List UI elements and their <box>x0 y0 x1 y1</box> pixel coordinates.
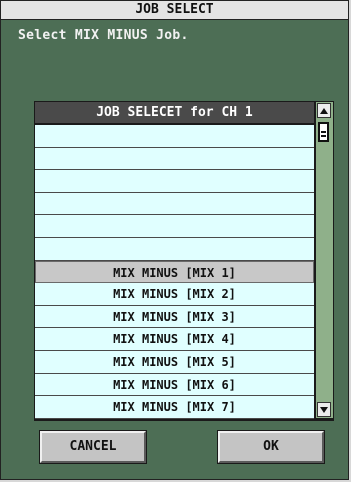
list-item[interactable] <box>35 237 314 261</box>
list-item[interactable] <box>35 147 314 171</box>
arrow-down-icon <box>320 407 328 413</box>
ok-button[interactable]: OK <box>217 430 325 464</box>
list-scrollbar[interactable] <box>315 102 333 418</box>
scroll-down-button[interactable] <box>317 402 331 417</box>
list-item[interactable]: MIX MINUS [MIX 6] <box>35 373 314 397</box>
list-item[interactable]: MIX MINUS [MIX 3] <box>35 305 314 329</box>
dialog-prompt: Select MIX MINUS Job. <box>18 28 189 43</box>
job-list-rows: MIX MINUS [MIX 1] MIX MINUS [MIX 2] MIX … <box>35 125 314 419</box>
list-item[interactable] <box>35 170 314 193</box>
list-item[interactable]: MIX MINUS [MIX 2] <box>35 283 314 306</box>
job-list-header: JOB SELECET for CH 1 <box>35 102 314 124</box>
job-select-dialog: JOB SELECT Select MIX MINUS Job. JOB SEL… <box>0 0 349 480</box>
list-item[interactable] <box>35 125 314 148</box>
list-item[interactable] <box>35 215 314 238</box>
scroll-thumb[interactable] <box>318 122 329 142</box>
dialog-title: JOB SELECT <box>1 1 348 20</box>
list-item[interactable]: MIX MINUS [MIX 5] <box>35 350 314 374</box>
job-list[interactable]: JOB SELECET for CH 1 MIX MINUS [MIX 1] M… <box>34 101 334 421</box>
scroll-up-button[interactable] <box>317 103 331 118</box>
list-item[interactable]: MIX MINUS [MIX 4] <box>35 328 314 351</box>
arrow-up-icon <box>320 108 328 114</box>
list-item[interactable] <box>35 192 314 216</box>
cancel-button[interactable]: CANCEL <box>39 430 147 464</box>
list-item-selected[interactable]: MIX MINUS [MIX 1] <box>35 260 314 284</box>
list-item[interactable]: MIX MINUS [MIX 7] <box>35 396 314 419</box>
